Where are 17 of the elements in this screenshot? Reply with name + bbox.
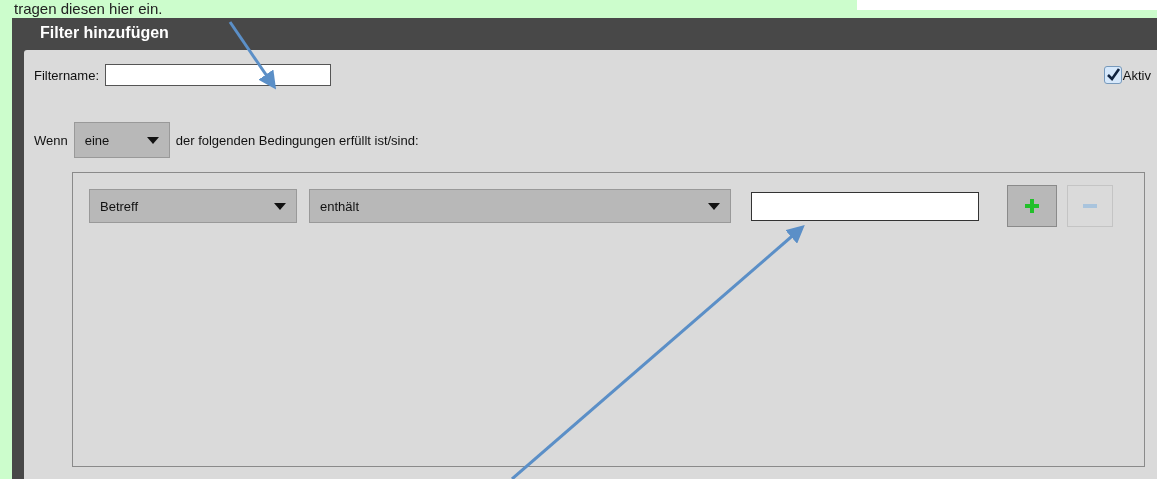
- condition-prefix: Wenn: [34, 132, 68, 148]
- dropdown-arrow-icon: [274, 202, 286, 210]
- condition-sentence: der folgenden Bedingungen erfüllt ist/sind:: [175, 132, 419, 148]
- dialog-title: Filter hinzufügen: [39, 23, 170, 43]
- minus-icon: [1083, 204, 1097, 208]
- condition-value-field[interactable]: [751, 191, 979, 221]
- operator-dropdown[interactable]: enthält: [309, 189, 731, 223]
- active-checkbox[interactable]: Aktiv: [1103, 66, 1151, 84]
- annotation-caption: tragen diesen hier ein.: [14, 0, 163, 18]
- annotation-arrow: [228, 21, 277, 90]
- dropdown-arrow-icon: [146, 136, 159, 144]
- match-dropdown[interactable]: eine: [73, 122, 170, 158]
- field-dropdown[interactable]: Betreff: [89, 189, 297, 223]
- dropdown-arrow-icon: [708, 202, 720, 210]
- filtername-field[interactable]: [105, 64, 332, 86]
- filtername-label: Filtername:: [34, 67, 100, 83]
- plus-icon: [1022, 196, 1042, 216]
